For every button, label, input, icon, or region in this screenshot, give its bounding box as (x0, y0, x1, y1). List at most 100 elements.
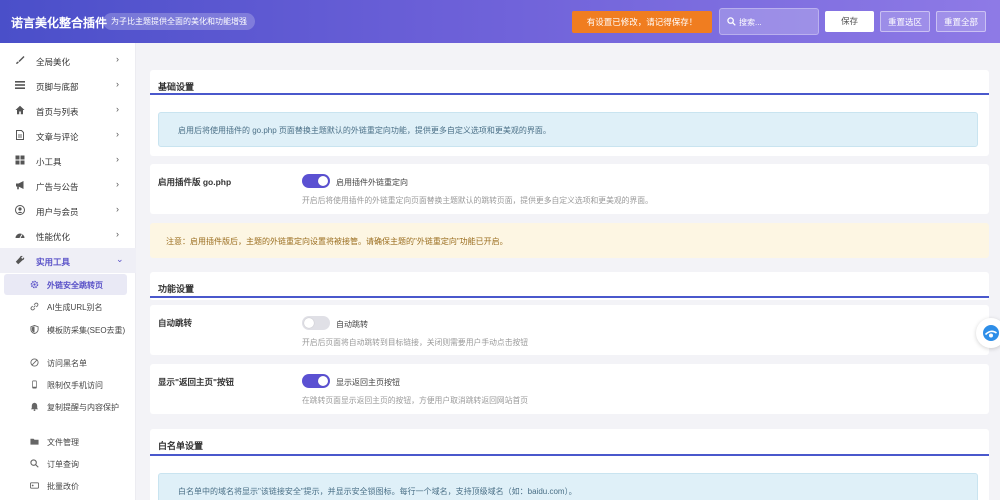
option-description: 在跳转页面显示返回主页的按钮，方便用户取消跳转返回网站首页 (302, 396, 529, 405)
user-icon (15, 205, 25, 215)
brush-icon (16, 56, 25, 64)
option-description: 开启后页面将自动跳转到目标链接，关闭则需要用户手动点击按钮 (302, 338, 529, 347)
subitem-label: 限制仅手机访问 (47, 381, 103, 390)
subitem-label: 复制提醒与内容保护 (47, 403, 119, 412)
tag-icon (30, 482, 39, 489)
enable-redirect-toggle[interactable] (302, 174, 330, 188)
subitem-access-blacklist[interactable]: 访问黑名单 (0, 352, 136, 373)
main-content: 基础设置 启用后将使用插件的 go.php 页面替换主题默认的外链重定向功能，提… (136, 43, 1000, 500)
chevron-right-icon: › (116, 229, 119, 239)
info-notice-text: 启用后将使用插件的 go.php 页面替换主题默认的外链重定向功能，提供更多自定… (178, 126, 551, 135)
sidebar-item-widgets[interactable]: 小工具 › (0, 148, 136, 173)
section-title: 白名单设置 (158, 441, 204, 451)
link-icon (30, 302, 39, 311)
assistant-icon (983, 325, 999, 341)
app-subtitle: 为子比主题提供全面的美化和功能增强 (103, 13, 255, 30)
chevron-down-icon: ⌄ (116, 254, 124, 264)
chevron-right-icon: › (116, 154, 119, 164)
subitem-anti-scraping[interactable]: 模板防采集(SEO去重) (0, 319, 136, 352)
whitelist-settings-section: 白名单设置 白名单中的域名将显示"该链接安全"提示，并显示安全锁图标。每行一个域… (150, 429, 989, 500)
sidebar-item-performance[interactable]: 性能优化 › (0, 223, 136, 248)
megaphone-icon (16, 181, 24, 190)
chevron-right-icon: › (116, 129, 119, 139)
gear-icon (30, 280, 39, 289)
reset-section-button[interactable]: 重置选区 (880, 11, 930, 32)
bell-icon (30, 402, 39, 411)
sidebar-item-label: 小工具 (36, 157, 62, 167)
subitem-label: 外链安全跳转页 (47, 281, 103, 290)
toggle-label: 显示返回主页按钮 (336, 378, 400, 387)
warning-notice-text: 注意：启用插件版后，主题的外链重定向设置将被接管。请确保主题的"外链重定向"功能… (166, 237, 508, 246)
option-title: 启用插件版 go.php (158, 177, 232, 187)
sidebar-item-label: 页脚与底部 (36, 82, 79, 92)
search-box[interactable] (719, 8, 819, 35)
show-home-button-toggle[interactable] (302, 374, 330, 388)
sidebar-item-label: 文章与评论 (36, 132, 79, 142)
sidebar-item-ads-notices[interactable]: 广告与公告 › (0, 173, 136, 198)
subitem-label: 订单查询 (47, 460, 79, 469)
save-button[interactable]: 保存 (825, 11, 874, 32)
chevron-right-icon: › (116, 179, 119, 189)
toggle-knob (304, 318, 314, 328)
subitem-order-lookup[interactable]: 订单查询 (0, 453, 136, 474)
ban-icon (30, 358, 39, 367)
subitem-label: 模板防采集(SEO去重) (47, 326, 126, 335)
chevron-right-icon: › (116, 54, 119, 64)
toggle-label: 自动跳转 (336, 320, 368, 329)
subitem-ai-url-alias[interactable]: AI生成URL别名 (0, 296, 136, 317)
auto-redirect-toggle[interactable] (302, 316, 330, 330)
chevron-right-icon: › (116, 204, 119, 214)
subitem-label: AI生成URL别名 (47, 303, 103, 312)
sidebar: 全局美化 › 页脚与底部 › 首页与列表 › 文章与评论 › 小工具 › 广告与… (0, 43, 136, 500)
info-notice: 白名单中的域名将显示"该链接安全"提示，并显示安全锁图标。每行一个域名，支持顶级… (158, 473, 978, 500)
sidebar-item-label: 性能优化 (36, 232, 71, 242)
subitem-label: 访问黑名单 (47, 359, 87, 368)
option-enable-go-php: 启用插件版 go.php 启用插件外链重定向 开启后将使用插件的外链重定向页面替… (150, 164, 989, 214)
reset-all-button[interactable]: 重置全部 (936, 11, 986, 32)
shield-icon (30, 325, 39, 334)
search-icon (30, 459, 39, 468)
subitem-batch-pricing[interactable]: 批量改价 (0, 475, 136, 496)
toggle-label: 启用插件外链重定向 (336, 178, 408, 187)
warning-notice: 注意：启用插件版后，主题的外链重定向设置将被接管。请确保主题的"外链重定向"功能… (150, 223, 989, 258)
subitem-copy-protection[interactable]: 复制提醒与内容保护 (0, 396, 136, 429)
function-settings-section: 功能设置 (150, 272, 989, 300)
basic-settings-section: 基础设置 启用后将使用插件的 go.php 页面替换主题默认的外链重定向功能，提… (150, 70, 989, 156)
section-divider (150, 296, 989, 298)
info-notice: 启用后将使用插件的 go.php 页面替换主题默认的外链重定向功能，提供更多自定… (158, 112, 978, 147)
sidebar-item-label: 实用工具 (36, 257, 71, 267)
subitem-file-manager[interactable]: 文件管理 (0, 431, 136, 452)
search-input[interactable] (739, 13, 815, 31)
sidebar-item-users-members[interactable]: 用户与会员 › (0, 198, 136, 223)
toggle-knob (318, 176, 328, 186)
folder-icon (30, 438, 39, 445)
subitem-label: 文件管理 (47, 438, 79, 447)
option-title: 自动跳转 (158, 318, 193, 328)
chevron-right-icon: › (116, 104, 119, 114)
grid-icon (15, 155, 25, 165)
sidebar-item-footer[interactable]: 页脚与底部 › (0, 73, 136, 98)
unsaved-notice-button[interactable]: 有设置已修改，请记得保存！ (572, 11, 712, 33)
chevron-right-icon: › (116, 79, 119, 89)
sidebar-item-label: 全局美化 (36, 57, 71, 67)
phone-icon (32, 380, 37, 389)
floating-assistant-button[interactable] (976, 318, 1000, 348)
option-description: 开启后将使用插件的外链重定向页面替换主题默认的跳转页面，提供更多自定义选项和更美… (302, 196, 653, 205)
option-show-home-button: 显示"返回主页"按钮 显示返回主页按钮 在跳转页面显示返回主页的按钮，方便用户取… (150, 364, 989, 414)
sidebar-item-global-style[interactable]: 全局美化 › (0, 48, 136, 73)
sidebar-item-tools[interactable]: 实用工具 ⌄ (0, 248, 136, 273)
option-title: 显示"返回主页"按钮 (158, 377, 235, 387)
sidebar-item-label: 用户与会员 (36, 207, 79, 217)
toggle-knob (318, 376, 328, 386)
list-icon (15, 81, 25, 89)
subitem-external-link-redirect[interactable]: 外链安全跳转页 (4, 274, 127, 295)
section-title: 基础设置 (158, 82, 195, 92)
sidebar-item-home-list[interactable]: 首页与列表 › (0, 98, 136, 123)
subitem-label: 批量改价 (47, 482, 79, 491)
section-title: 功能设置 (158, 284, 195, 294)
section-divider (150, 454, 989, 456)
document-icon (16, 130, 24, 140)
sidebar-item-posts-comments[interactable]: 文章与评论 › (0, 123, 136, 148)
home-icon (15, 105, 25, 115)
subitem-mobile-only[interactable]: 限制仅手机访问 (0, 374, 136, 395)
